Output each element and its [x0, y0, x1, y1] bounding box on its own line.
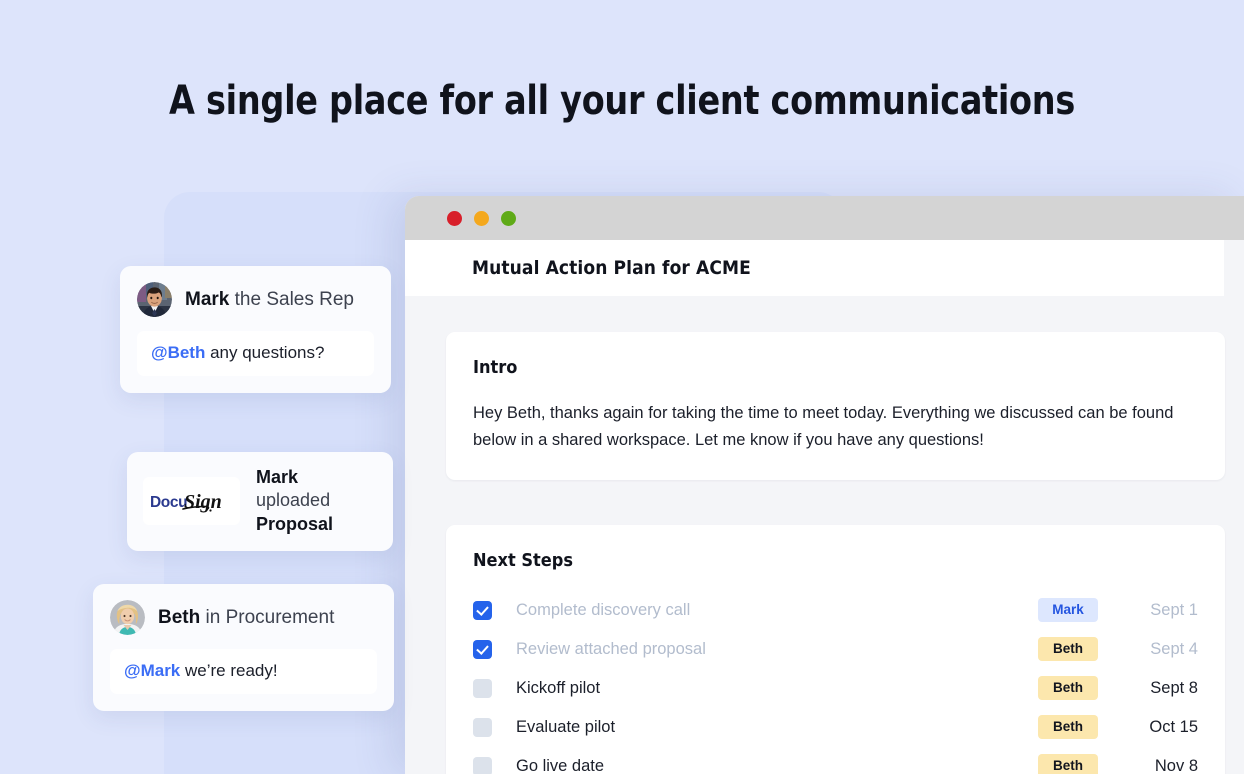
page-title: A single place for all your client commu…: [169, 78, 1075, 124]
notification-card-mark[interactable]: Mark the Sales Rep @Beth any questions?: [120, 266, 391, 393]
intro-card: Intro Hey Beth, thanks again for taking …: [446, 332, 1225, 480]
table-row[interactable]: Kickoff pilot Beth Sept 8: [473, 669, 1198, 708]
checkbox-empty-icon[interactable]: [473, 678, 492, 698]
card-title: Beth in Procurement: [158, 607, 334, 629]
document-body: Intro Hey Beth, thanks again for taking …: [405, 296, 1244, 774]
message-text-mark: any questions?: [205, 343, 325, 362]
browser-titlebar: [405, 196, 1244, 240]
intro-body-text: Hey Beth, thanks again for taking the ti…: [473, 404, 1174, 449]
owner-badge[interactable]: Beth: [1038, 754, 1098, 774]
card-header: Beth in Procurement: [110, 600, 377, 635]
checkbox-empty-icon[interactable]: [473, 717, 492, 737]
close-icon[interactable]: [447, 210, 462, 226]
step-label: Go live date: [516, 756, 605, 774]
checkbox-empty-icon[interactable]: [473, 756, 492, 774]
message-text-beth: we’re ready!: [180, 661, 278, 680]
step-label: Kickoff pilot: [516, 678, 601, 697]
step-due-date: Nov 8: [1154, 756, 1198, 774]
svg-text:Docu: Docu: [150, 494, 187, 511]
docusign-action: uploaded: [256, 490, 331, 511]
owner-badge[interactable]: Beth: [1038, 715, 1098, 740]
step-due-date: Sept 1: [1150, 600, 1198, 619]
svg-text:Sign: Sign: [184, 491, 222, 513]
browser-window: Mutual Action Plan for ACME Intro Hey Be…: [405, 196, 1244, 774]
docusign-logo-icon: Docu Sign: [143, 477, 240, 526]
message-bubble-beth: @Mark we’re ready!: [110, 649, 377, 694]
table-row[interactable]: Review attached proposal Beth Sept 4: [473, 630, 1198, 669]
notification-card-docusign[interactable]: Docu Sign Mark uploaded Proposal: [127, 452, 393, 552]
step-due-date: Oct 15: [1149, 717, 1198, 736]
checkbox-checked-icon[interactable]: [473, 639, 492, 659]
mention-beth[interactable]: @Beth: [151, 343, 205, 362]
sender-role-beth: in Procurement: [200, 606, 335, 628]
step-due-date: Sept 8: [1150, 678, 1198, 697]
step-due-date: Sept 4: [1150, 639, 1198, 658]
next-steps-heading: Next Steps: [473, 549, 573, 571]
next-steps-card: Next Steps Complete discovery call Mark Se…: [446, 524, 1225, 774]
table-row[interactable]: Go live date Beth Nov 8: [473, 747, 1198, 774]
table-row[interactable]: Evaluate pilot Beth Oct 15: [473, 708, 1198, 747]
minimize-icon[interactable]: [474, 210, 489, 226]
owner-badge[interactable]: Beth: [1038, 637, 1098, 662]
docusign-card-inner: Docu Sign Mark uploaded Proposal: [143, 466, 377, 536]
notification-card-beth[interactable]: Beth in Procurement @Mark we’re ready!: [93, 584, 394, 711]
next-steps-list: Complete discovery call Mark Sept 1 Review …: [473, 591, 1198, 774]
sender-name-mark: Mark: [185, 288, 230, 310]
message-bubble-mark: @Beth any questions?: [137, 331, 374, 376]
checkbox-checked-icon[interactable]: [473, 600, 492, 620]
intro-heading: Intro: [473, 357, 518, 378]
owner-badge[interactable]: Beth: [1038, 676, 1098, 701]
card-header: Mark the Sales Rep: [137, 282, 374, 317]
step-label: Complete discovery call: [516, 600, 691, 619]
table-row[interactable]: Complete discovery call Mark Sept 1: [473, 591, 1198, 630]
step-label: Review attached proposal: [516, 639, 706, 658]
avatar-beth: [110, 600, 145, 635]
owner-badge[interactable]: Mark: [1038, 598, 1098, 623]
sender-role-mark: the Sales Rep: [229, 288, 354, 310]
mention-mark[interactable]: @Mark: [124, 661, 180, 680]
document-title: Mutual Action Plan for ACME: [472, 257, 751, 279]
card-title: Mark the Sales Rep: [185, 289, 354, 311]
step-label: Evaluate pilot: [516, 717, 616, 736]
document-header: Mutual Action Plan for ACME: [405, 240, 1224, 296]
docusign-actor: Mark: [256, 467, 299, 487]
docusign-object: Proposal: [256, 513, 334, 534]
maximize-icon[interactable]: [501, 210, 516, 226]
sender-name-beth: Beth: [158, 606, 201, 628]
docusign-activity-text: Mark uploaded Proposal: [256, 466, 377, 536]
avatar-mark: [137, 282, 172, 317]
